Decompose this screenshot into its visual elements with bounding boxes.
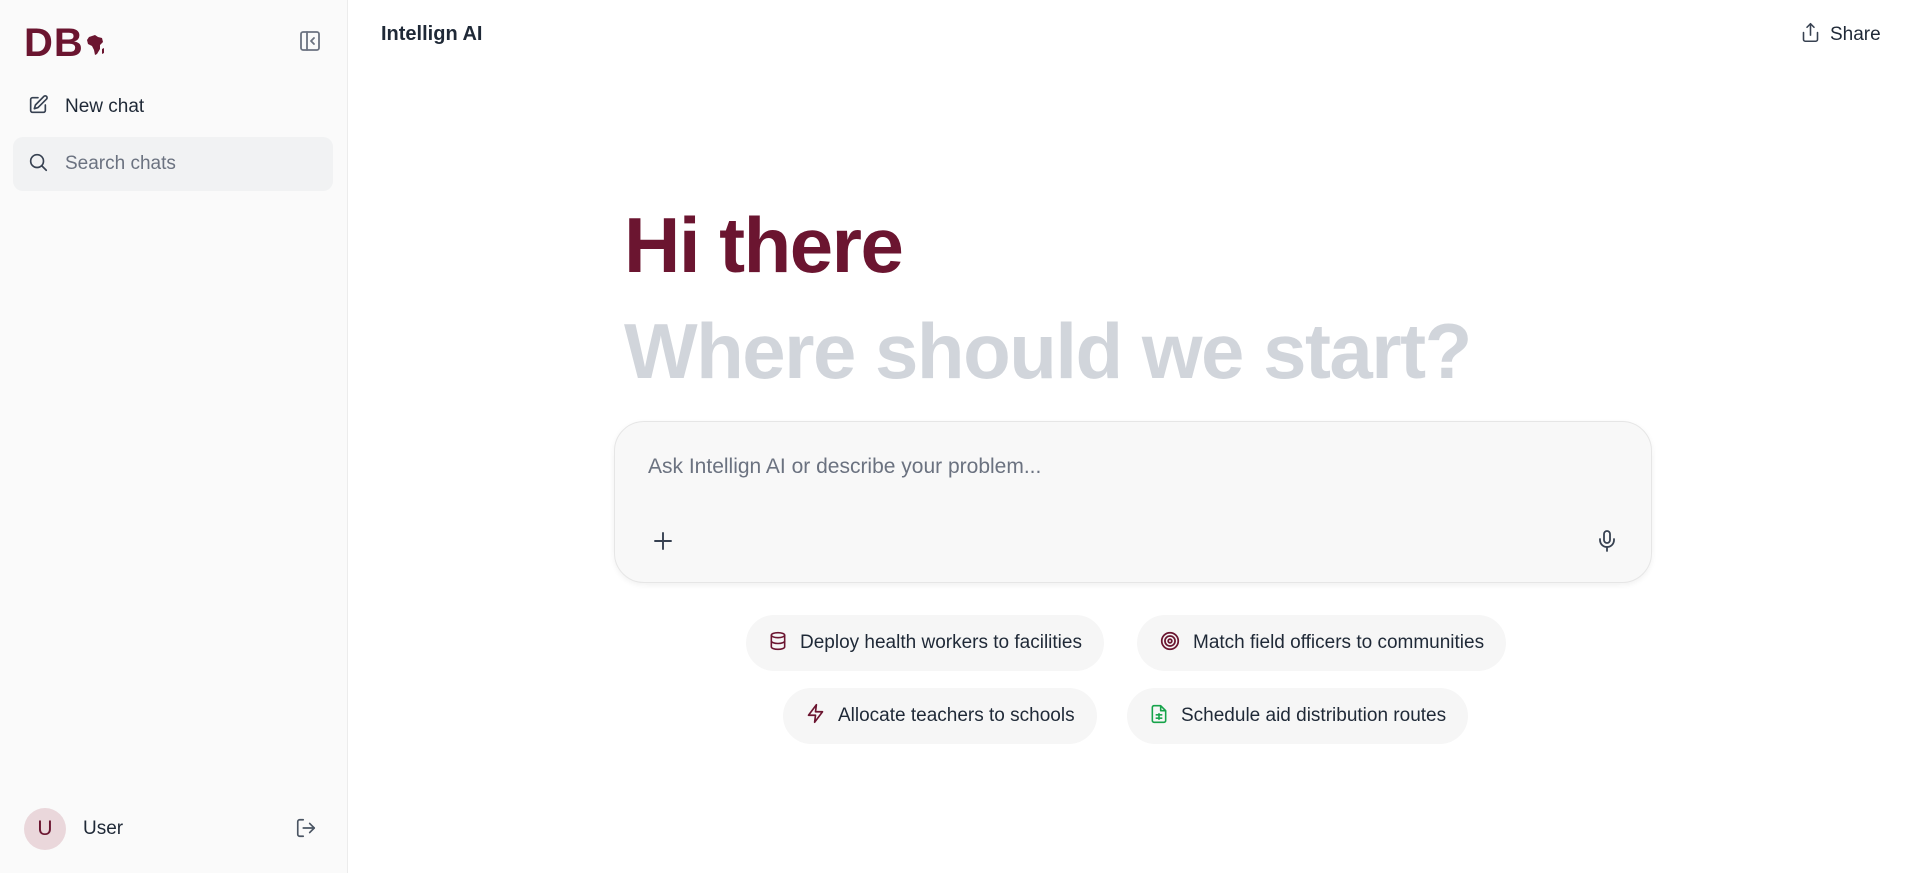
plus-icon [651,529,675,558]
sidebar-collapse-icon [298,29,322,58]
suggestion-label: Allocate teachers to schools [838,705,1075,726]
database-icon [768,631,788,656]
suggestion-chip[interactable]: Schedule aid distribution routes [1127,688,1469,744]
logo[interactable]: DB [24,20,106,66]
target-icon [1159,630,1181,657]
spreadsheet-icon [1149,704,1169,729]
logout-icon [295,817,317,844]
suggestion-chip[interactable]: Deploy health workers to facilities [746,615,1104,671]
suggestion-chip[interactable]: Allocate teachers to schools [783,688,1097,744]
lightning-icon [805,703,826,729]
search-chats[interactable] [13,137,333,191]
suggestion-chip[interactable]: Match field officers to communities [1137,615,1507,671]
app-title: Intellign AI [381,23,483,45]
voice-input-button[interactable] [1592,528,1622,558]
prompt-heading: Where should we start? [624,307,1472,395]
share-label: Share [1830,24,1881,45]
user-name: User [83,818,124,839]
search-icon [27,151,49,178]
logout-button[interactable] [292,816,320,844]
suggestion-label: Schedule aid distribution routes [1181,705,1447,726]
suggestion-label: Deploy health workers to facilities [800,632,1082,653]
search-input[interactable] [65,153,305,175]
logo-text: DB [24,21,84,65]
suggestion-label: Match field officers to communities [1193,632,1485,653]
attach-button[interactable] [648,528,678,558]
chat-composer [614,421,1652,583]
sidebar: DB New chat Search chats U User [0,0,348,873]
greeting-heading: Hi there [624,201,904,289]
africa-map-icon [86,34,106,63]
message-input[interactable] [648,455,1608,495]
edit-icon [27,94,49,121]
new-chat-button[interactable]: New chat [14,88,332,126]
collapse-sidebar-button[interactable] [296,29,324,57]
new-chat-label: New chat [65,96,145,117]
share-button[interactable]: Share [1800,22,1881,48]
share-icon [1800,22,1821,48]
user-profile[interactable]: U User [24,808,123,850]
microphone-icon [1595,529,1619,558]
avatar: U [24,808,66,850]
